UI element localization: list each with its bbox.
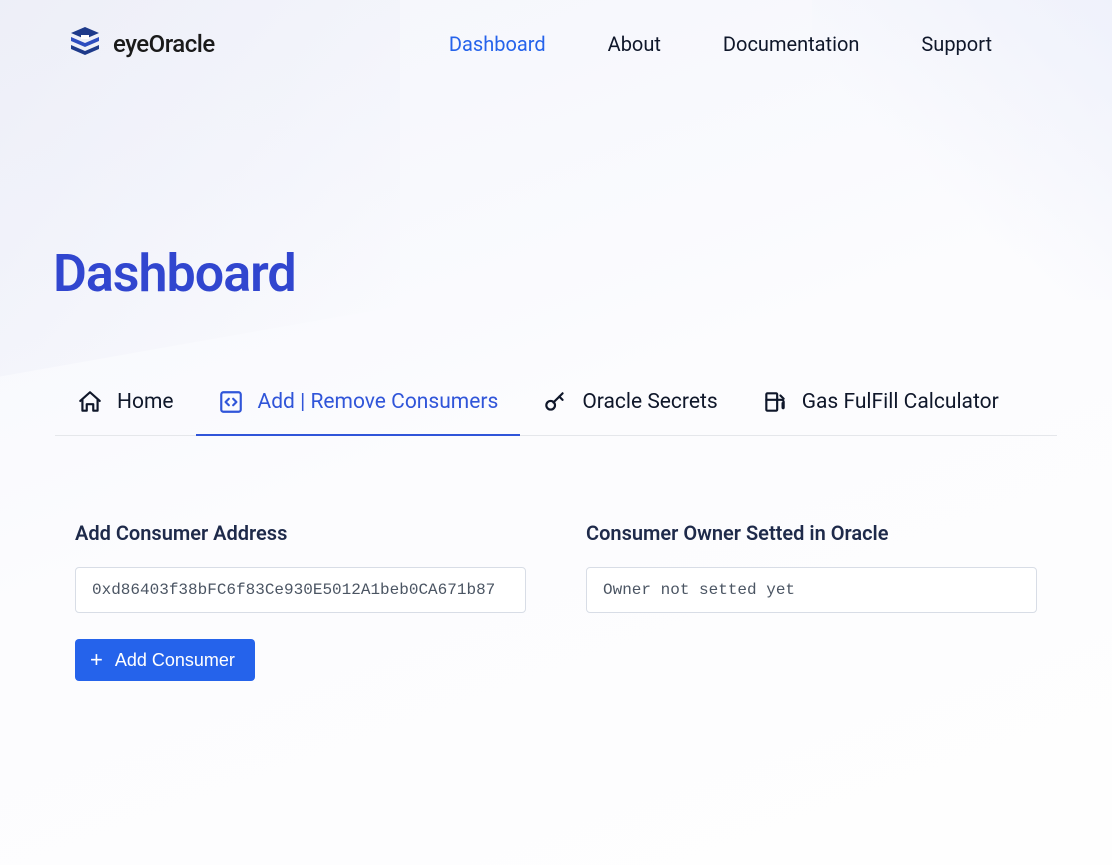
tab-oracle-secrets[interactable]: Oracle Secrets [520, 389, 739, 435]
content-area: Add Consumer Address + Add Consumer Cons… [0, 436, 1112, 681]
add-consumer-panel: Add Consumer Address + Add Consumer [75, 521, 526, 681]
owner-value: Owner not setted yet [586, 567, 1037, 613]
nav-documentation[interactable]: Documentation [723, 32, 860, 56]
add-consumer-button-label: Add Consumer [115, 650, 235, 671]
add-consumer-button[interactable]: + Add Consumer [75, 639, 255, 681]
logo[interactable]: eyeOracle [65, 25, 215, 63]
nav-about[interactable]: About [608, 32, 661, 56]
tab-add-remove-consumers[interactable]: Add | Remove Consumers [196, 389, 521, 435]
gas-pump-icon [762, 389, 788, 415]
consumer-address-input[interactable] [75, 567, 526, 613]
tabs: Home Add | Remove Consumers Oracle Secre… [55, 389, 1057, 436]
owner-label: Consumer Owner Setted in Oracle [586, 521, 1037, 545]
page-title: Dashboard [0, 73, 1112, 304]
logo-text: eyeOracle [113, 30, 215, 58]
code-box-icon [218, 389, 244, 415]
add-consumer-label: Add Consumer Address [75, 521, 526, 545]
tab-label: Oracle Secrets [582, 390, 717, 414]
tab-gas-fulfill-calculator[interactable]: Gas FulFill Calculator [740, 389, 1021, 435]
plus-icon: + [90, 649, 103, 671]
tab-label: Gas FulFill Calculator [802, 390, 999, 414]
tab-home[interactable]: Home [55, 389, 196, 435]
main-nav: Dashboard About Documentation Support [449, 32, 992, 56]
header: eyeOracle Dashboard About Documentation … [0, 0, 1112, 73]
owner-panel: Consumer Owner Setted in Oracle Owner no… [586, 521, 1037, 681]
nav-support[interactable]: Support [921, 32, 992, 56]
key-icon [542, 389, 568, 415]
nav-dashboard[interactable]: Dashboard [449, 32, 546, 56]
logo-icon [65, 25, 105, 63]
tab-label: Home [117, 390, 174, 414]
home-icon [77, 389, 103, 415]
tab-label: Add | Remove Consumers [258, 390, 499, 414]
